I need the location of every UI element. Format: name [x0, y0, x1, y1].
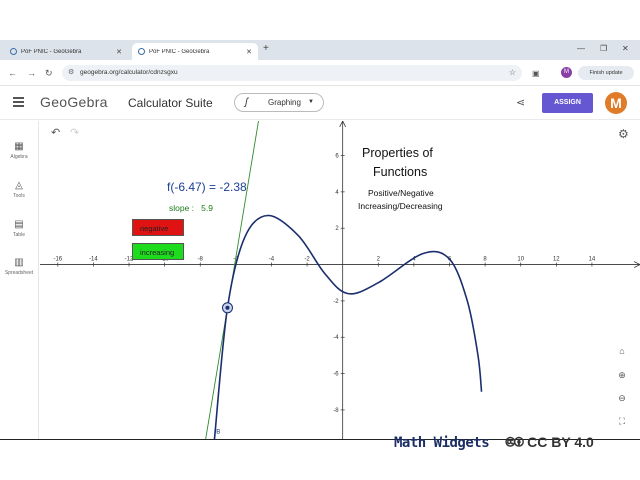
geogebra-favicon-icon: [138, 48, 145, 55]
tab-title: PoF PNIC - GeoGebra: [21, 48, 82, 55]
math-widgets-brand: Math Widgets: [394, 435, 490, 451]
function-graph[interactable]: -16-14-12-10-8-6-4-22468101214-8-6-4-224…: [40, 121, 640, 439]
y-tick-label: -6: [333, 372, 339, 378]
site-info-icon[interactable]: ⚙: [68, 65, 74, 81]
license-text: CC BY 4.0: [527, 434, 594, 450]
x-tick-label: -16: [53, 257, 62, 263]
url-input[interactable]: ⚙ geogebra.org/calculator/cdnzsgxu ☆: [62, 65, 522, 81]
gear-icon[interactable]: ⚙: [618, 127, 629, 141]
tangent-point: [225, 305, 230, 310]
fullscreen-icon[interactable]: ⛶: [614, 413, 630, 429]
x-tick-label: 12: [553, 257, 560, 263]
x-tick-label: 2: [377, 257, 381, 263]
sidebar-item-label: Spreadsheet: [4, 270, 34, 276]
negative-indicator: negative: [132, 219, 184, 236]
tab-title: PoF PNIC - GeoGebra: [149, 48, 210, 55]
home-icon[interactable]: ⌂: [614, 343, 630, 359]
y-tick-label: 4: [335, 190, 339, 196]
zoom-in-icon[interactable]: ⊕: [614, 367, 630, 383]
tools-icon: ◬: [15, 180, 23, 191]
browser-tab-active[interactable]: PoF PNIC - GeoGebra ✕: [132, 43, 258, 60]
new-tab-icon[interactable]: +: [263, 43, 269, 54]
x-tick-label: -2: [304, 257, 310, 263]
user-avatar[interactable]: M: [605, 92, 627, 114]
calculator-icon: ▦: [14, 141, 24, 152]
table-icon: ▤: [14, 219, 24, 230]
y-tick-label: -8: [333, 408, 339, 414]
extensions-icon[interactable]: ▣: [532, 69, 540, 78]
graph-subtitle-line1: Positive/Negative: [368, 188, 434, 198]
browser-tab[interactable]: PoF PNIC - GeoGebra ✕: [4, 43, 128, 60]
x-tick-label: 10: [517, 257, 524, 263]
suite-title: Calculator Suite: [128, 96, 213, 110]
sidebar-item-label: Table: [13, 232, 25, 238]
undo-icon[interactable]: ↶: [51, 126, 60, 139]
graph-subtitle-line2: Increasing/Decreasing: [358, 201, 443, 211]
browser-tab-strip: PoF PNIC - GeoGebra ✕ PoF PNIC - GeoGebr…: [0, 40, 640, 60]
x-tick-label: 14: [589, 257, 596, 263]
url-text: geogebra.org/calculator/cdnzsgxu: [80, 69, 178, 76]
screen: PoF PNIC - GeoGebra ✕ PoF PNIC - GeoGebr…: [0, 0, 640, 480]
finish-update-button[interactable]: Finish update: [578, 66, 634, 80]
x-tick-label: -14: [89, 257, 98, 263]
bookmark-star-icon[interactable]: ☆: [509, 65, 516, 81]
minimize-icon[interactable]: —: [577, 44, 585, 53]
y-tick-label: 2: [335, 226, 339, 232]
y-tick-label: 6: [335, 154, 339, 160]
x-tick-label: 8: [483, 257, 487, 263]
function-value-text: f(-6.47) = -2.38: [167, 180, 247, 194]
app-selector-label: Graphing: [268, 98, 301, 107]
forward-icon[interactable]: →: [27, 68, 36, 78]
cc-license-badge: 🅭🅯 CC BY 4.0: [506, 434, 594, 450]
sidebar-item-tools[interactable]: ◬ Tools: [0, 180, 38, 199]
function-curve: [213, 214, 483, 439]
graphics-view[interactable]: -16-14-12-10-8-6-4-22468101214-8-6-4-224…: [40, 121, 640, 439]
address-bar-row: ← → ↻ ⚙ geogebra.org/calculator/cdnzsgxu…: [0, 60, 640, 86]
browser-profile-avatar[interactable]: M: [561, 67, 572, 78]
increasing-indicator: increasing: [132, 243, 184, 260]
sidebar-item-spreadsheet[interactable]: ▥ Spreadsheet: [0, 257, 38, 276]
chevron-down-icon: ▼: [308, 99, 314, 105]
zoom-out-icon[interactable]: ⊖: [614, 390, 630, 406]
assign-button[interactable]: ASSIGN: [542, 93, 593, 113]
geogebra-favicon-icon: [10, 48, 17, 55]
x-tick-label: -8: [198, 257, 204, 263]
graph-title-line2: Functions: [373, 165, 428, 179]
redo-icon[interactable]: ↷: [70, 126, 79, 139]
restore-icon[interactable]: ❐: [600, 44, 607, 53]
sidebar-item-label: Tools: [13, 193, 25, 199]
menu-icon[interactable]: [13, 97, 24, 107]
close-window-icon[interactable]: ✕: [622, 44, 629, 53]
y-tick-label: -4: [333, 335, 339, 341]
y-tick-label: -2: [333, 299, 339, 305]
slope-text: slope : 5.9: [169, 203, 213, 213]
share-icon[interactable]: ⋖: [516, 96, 525, 109]
x-tick-label: -4: [269, 257, 275, 263]
close-tab-icon[interactable]: ✕: [246, 48, 252, 56]
app-selector-dropdown[interactable]: ʃ Graphing ▼: [234, 93, 324, 112]
graphing-icon: ʃ: [245, 97, 248, 108]
geogebra-logo[interactable]: GeoGebra: [40, 94, 108, 110]
graph-title-line1: Properties of: [362, 146, 433, 160]
close-tab-icon[interactable]: ✕: [116, 48, 122, 56]
reload-icon[interactable]: ↻: [45, 68, 53, 79]
side-toolbar: ▦ Algebra ◬ Tools ▤ Table ▥ Spreadsheet: [0, 121, 39, 439]
spreadsheet-icon: ▥: [14, 257, 24, 268]
sidebar-item-table[interactable]: ▤ Table: [0, 219, 38, 238]
back-icon[interactable]: ←: [8, 68, 17, 78]
point-label: B: [216, 430, 220, 436]
sidebar-item-label: Algebra: [10, 154, 28, 160]
sidebar-item-algebra[interactable]: ▦ Algebra: [0, 141, 38, 160]
